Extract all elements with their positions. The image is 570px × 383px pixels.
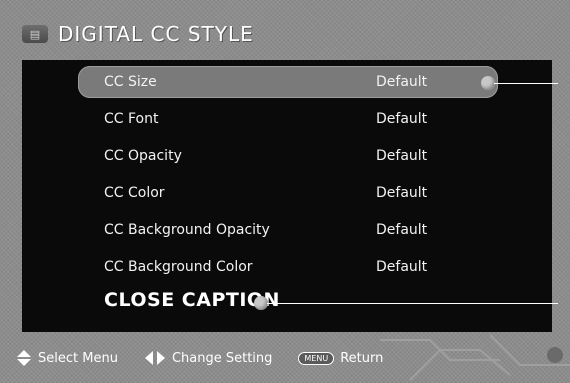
menu-item-value: Default (376, 74, 428, 90)
menu-item-cc-background-color[interactable]: CC Background Color Default (78, 251, 498, 283)
callout-line (267, 303, 558, 304)
menu-item-label: CC Size (104, 74, 157, 90)
menu-category-icon: ▤ (22, 25, 48, 43)
menu-item-cc-size[interactable]: CC Size Default (78, 66, 498, 98)
menu-item-value: Default (376, 148, 428, 164)
menu-item-cc-background-opacity[interactable]: CC Background Opacity Default (78, 214, 498, 246)
menu-key-icon: MENU (298, 351, 335, 365)
menu-item-cc-color[interactable]: CC Color Default (78, 177, 498, 209)
menu-item-label: CC Background Opacity (104, 222, 270, 238)
menu-item-cc-font[interactable]: CC Font Default (78, 103, 498, 135)
menu-item-cc-opacity[interactable]: CC Opacity Default (78, 140, 498, 172)
callout-dot (254, 296, 268, 310)
help-bar: Select Menu Change Setting MENU Return (16, 346, 383, 370)
menu-item-value: Default (376, 222, 428, 238)
callout-line (494, 83, 558, 84)
return-hint: Return (340, 350, 384, 366)
callout-dot (481, 76, 495, 90)
menu-item-label: CC Font (104, 111, 159, 127)
left-right-arrows-icon (144, 351, 165, 365)
menu-item-value: Default (376, 259, 428, 275)
page-title: DIGITAL CC STYLE (58, 22, 254, 46)
select-menu-hint: Select Menu (38, 350, 118, 366)
menu-item-value: Default (376, 111, 428, 127)
menu-item-label: CC Opacity (104, 148, 182, 164)
menu-item-label: CC Color (104, 185, 165, 201)
change-setting-hint: Change Setting (171, 350, 273, 366)
title-bar: ▤ DIGITAL CC STYLE (22, 18, 254, 50)
up-down-arrows-icon (17, 350, 31, 366)
menu-item-value: Default (376, 185, 428, 201)
circuit-decoration (380, 334, 570, 381)
menu-item-label: CC Background Color (104, 259, 253, 275)
